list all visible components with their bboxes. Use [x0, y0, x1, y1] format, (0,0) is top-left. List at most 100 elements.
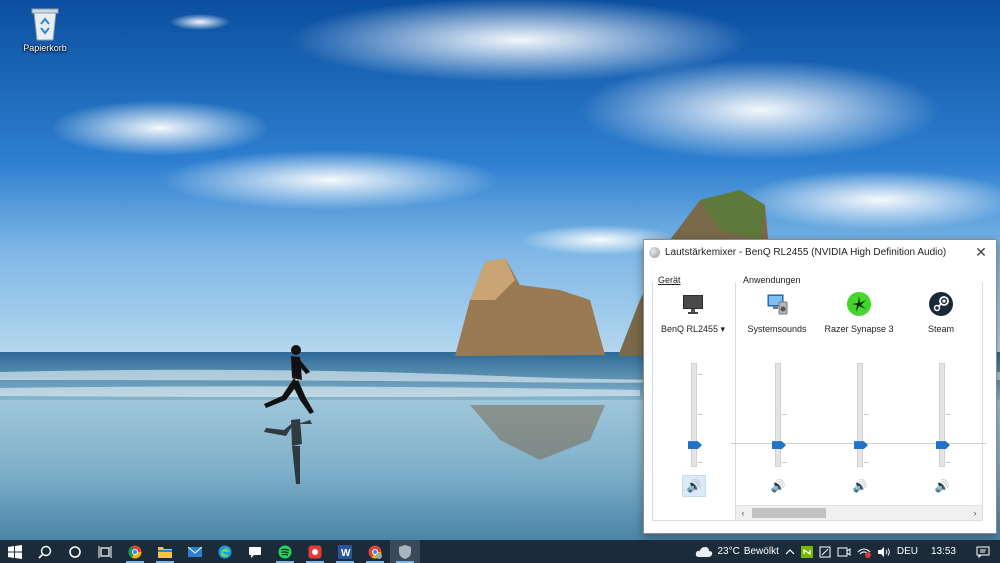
taskbar: W 23°C Bewölkt DEU 13:53	[0, 540, 1000, 563]
steam-icon	[929, 292, 953, 316]
volume-slider-track[interactable]	[691, 363, 697, 467]
slider-tick	[698, 462, 703, 463]
recycle-bin-icon	[28, 4, 62, 42]
taskbar-spotify[interactable]	[270, 540, 300, 563]
volume-slider-thumb[interactable]	[854, 441, 868, 450]
slider-tick	[698, 414, 703, 415]
desktop-icon-recycle-bin[interactable]: Papierkorb	[14, 4, 76, 53]
channel-systemsounds: Systemsounds 🔊	[736, 292, 818, 502]
scroll-left-button[interactable]: ‹	[736, 506, 750, 520]
mute-button[interactable]: 🔊	[682, 475, 706, 497]
record-icon	[308, 545, 322, 558]
tray-network[interactable]	[854, 540, 874, 563]
weather-temperature: 23°C	[717, 546, 740, 557]
tray-nvidia[interactable]	[798, 540, 816, 563]
spotify-icon	[278, 545, 292, 558]
slider-tick	[946, 462, 951, 463]
taskbar-file-explorer[interactable]	[150, 540, 180, 563]
svg-text:W: W	[341, 548, 351, 559]
speaker-app-icon	[649, 246, 660, 258]
app-label: Systemsounds	[747, 324, 807, 334]
tray-meet-now[interactable]	[834, 540, 854, 563]
scroll-right-button[interactable]: ›	[968, 506, 982, 520]
search-icon	[38, 545, 52, 559]
weather-widget[interactable]: 23°C Bewölkt	[692, 540, 781, 563]
razer-icon	[847, 292, 871, 316]
volume-icon	[877, 546, 890, 557]
taskbar-edge[interactable]	[210, 540, 240, 563]
nvidia-icon	[800, 545, 813, 558]
volume-mixer-window[interactable]: Lautstärkemixer - BenQ RL2455 (NVIDIA Hi…	[643, 239, 997, 534]
start-button[interactable]	[0, 540, 30, 563]
speaker-icon: 🔊	[852, 479, 868, 493]
desktop-icon-label: Papierkorb	[23, 43, 67, 53]
speaker-icon: 🔊	[934, 479, 950, 493]
edge-icon	[218, 545, 232, 558]
chevron-up-icon	[785, 548, 795, 554]
tray-app[interactable]	[816, 540, 834, 563]
slider-tick	[782, 462, 787, 463]
system-tray: 23°C Bewölkt DEU 13:53	[692, 540, 1000, 563]
network-warning-icon	[857, 547, 871, 558]
channel-razer-synapse: Razer Synapse 3 🔊	[818, 292, 900, 502]
chat-icon	[249, 546, 261, 558]
volume-slider-thumb[interactable]	[936, 441, 950, 450]
slider-tick	[782, 414, 787, 415]
mute-button[interactable]: 🔊	[766, 475, 790, 497]
taskbar-chrome[interactable]	[120, 540, 150, 563]
slider-tick	[864, 414, 869, 415]
camera-icon	[837, 547, 851, 556]
monitor-icon	[681, 292, 705, 316]
taskbar-mail[interactable]	[180, 540, 210, 563]
system-sounds-icon	[765, 292, 789, 316]
task-view-icon	[98, 545, 112, 558]
app-label: Razer Synapse 3	[824, 324, 894, 334]
taskbar-security[interactable]	[390, 540, 420, 563]
scroll-thumb[interactable]	[752, 508, 826, 518]
windows-logo-icon	[8, 544, 22, 559]
channel-steam: Steam 🔊	[900, 292, 982, 502]
search-button[interactable]	[30, 540, 60, 563]
mail-icon	[188, 546, 202, 557]
volume-slider-track[interactable]	[939, 363, 945, 467]
mute-button[interactable]: 🔊	[848, 475, 872, 497]
slider-tick	[946, 414, 951, 415]
mute-button[interactable]: 🔊	[930, 475, 954, 497]
weather-condition: Bewölkt	[743, 546, 779, 557]
input-language[interactable]: DEU	[894, 540, 921, 563]
cortana-button[interactable]	[60, 540, 90, 563]
word-icon: W	[338, 544, 352, 559]
volume-slider-track[interactable]	[857, 363, 863, 467]
chrome-icon	[128, 545, 142, 558]
notifications-button[interactable]	[966, 540, 1000, 563]
taskbar-chat[interactable]	[240, 540, 270, 563]
notification-icon	[976, 546, 990, 558]
clock[interactable]: 13:53	[921, 540, 966, 563]
speaker-icon: 🔊	[770, 479, 786, 493]
show-hidden-icons-button[interactable]	[782, 540, 798, 563]
cortana-icon	[69, 545, 81, 558]
slider-tick	[864, 462, 869, 463]
device-dropdown[interactable]: BenQ RL2455 ▾	[652, 324, 734, 335]
resize-icon	[819, 546, 831, 557]
taskbar-recorder[interactable]	[300, 540, 330, 563]
window-title: Lautstärkemixer - BenQ RL2455 (NVIDIA Hi…	[665, 246, 947, 258]
taskbar-chrome-profile[interactable]	[360, 540, 390, 563]
file-explorer-icon	[158, 546, 172, 558]
chrome-profile-icon	[368, 545, 382, 559]
task-view-button[interactable]	[90, 540, 120, 563]
speaker-icon: 🔊	[686, 479, 702, 493]
cloud-icon	[696, 546, 713, 557]
window-titlebar[interactable]: Lautstärkemixer - BenQ RL2455 (NVIDIA Hi…	[644, 240, 996, 264]
volume-slider-thumb[interactable]	[772, 441, 786, 450]
horizontal-scrollbar[interactable]: ‹ ›	[736, 505, 982, 520]
channel-device: BenQ RL2455 ▾ 🔊	[652, 292, 734, 502]
tray-volume[interactable]	[874, 540, 894, 563]
volume-slider-thumb[interactable]	[688, 441, 702, 450]
shield-icon	[399, 544, 411, 559]
slider-tick	[698, 374, 703, 375]
taskbar-word[interactable]: W	[330, 540, 360, 563]
app-label: Steam	[927, 324, 954, 334]
volume-slider-track[interactable]	[775, 363, 781, 467]
close-button[interactable]: ✕	[966, 240, 996, 264]
